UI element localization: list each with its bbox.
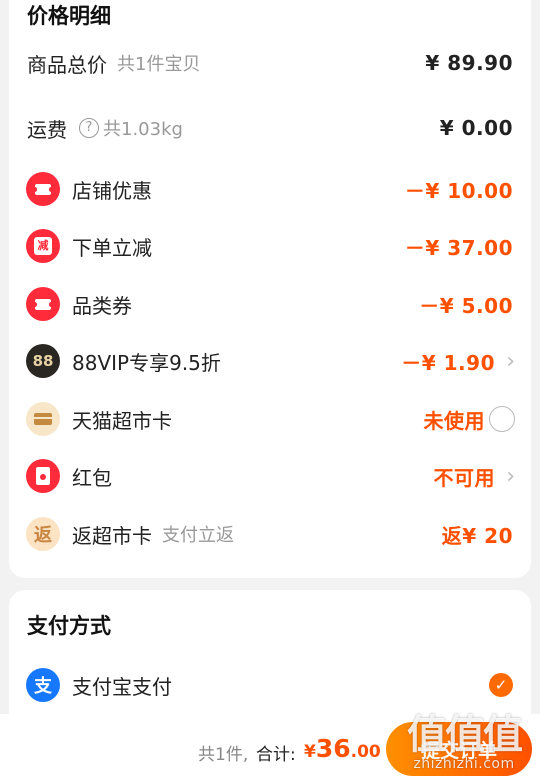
shop-discount-row: 店铺优惠 －¥ 10.00 — [9, 166, 531, 212]
alipay-icon: 支 — [26, 668, 60, 702]
shop-discount-label: 店铺优惠 — [72, 178, 152, 203]
cashback-row: 返 返超市卡 支付立返 返¥ 20 — [9, 511, 531, 557]
chevron-right-icon[interactable]: › — [506, 464, 515, 489]
goods-total-count: 共1件宝贝 — [117, 54, 201, 75]
cashback-icon: 返 — [26, 517, 60, 551]
supermarket-card-radio[interactable] — [489, 406, 515, 432]
shipping-label: 运费 — [27, 117, 67, 142]
instant-discount-amount: －¥ 37.00 — [404, 235, 513, 260]
help-icon[interactable]: ? — [79, 118, 99, 138]
cashback-sub: 支付立返 — [162, 525, 234, 546]
category-coupon-row: 品类券 －¥ 5.00 — [9, 281, 531, 327]
coupon-icon — [26, 172, 60, 206]
chevron-right-icon[interactable]: › — [506, 349, 515, 374]
goods-total-row: 商品总价 共1件宝贝 ¥ 89.90 — [9, 40, 531, 86]
vip88-amount: －¥ 1.90 — [401, 350, 495, 375]
item-count: 共1件, — [198, 745, 249, 765]
cashback-amount: 返¥ 20 — [441, 523, 513, 548]
vip88-icon: 88 — [26, 344, 60, 378]
instant-discount-label: 下单立减 — [72, 235, 152, 260]
payment-method-title: 支付方式 — [27, 614, 111, 638]
shipping-row: 运费 ? 共1.03kg ¥ 0.00 — [9, 105, 531, 151]
red-packet-icon — [26, 459, 60, 493]
goods-total-label: 商品总价 — [27, 52, 107, 77]
shipping-amount: ¥ 0.00 — [439, 116, 513, 140]
price-details-card: 价格明细 商品总价 共1件宝贝 ¥ 89.90 运费 ? 共1.03kg ¥ 0… — [9, 0, 531, 578]
red-packet-row[interactable]: 红包 不可用 › — [9, 453, 531, 499]
payment-method-card: 支付方式 支 支付宝支付 ✓ — [9, 590, 531, 730]
coupon-icon — [26, 287, 60, 321]
submit-order-button[interactable]: 提交订单 — [386, 722, 532, 776]
total-amount: ¥36.00 — [304, 734, 381, 763]
goods-total-amount: ¥ 89.90 — [425, 51, 513, 75]
red-packet-status: 不可用 — [433, 465, 495, 490]
check-icon[interactable]: ✓ — [489, 673, 513, 697]
supermarket-card-row[interactable]: 天猫超市卡 未使用 — [9, 396, 531, 442]
category-coupon-amount: －¥ 5.00 — [419, 293, 513, 318]
shop-discount-amount: －¥ 10.00 — [404, 178, 513, 203]
shipping-weight: 共1.03kg — [103, 119, 183, 140]
alipay-row[interactable]: 支 支付宝支付 ✓ — [9, 662, 531, 708]
instant-discount-icon: 减 — [26, 229, 60, 263]
vip88-label: 88VIP专享9.5折 — [72, 350, 221, 375]
vip88-row[interactable]: 88 88VIP专享9.5折 －¥ 1.90 › — [9, 338, 531, 384]
supermarket-card-icon — [26, 402, 60, 436]
category-coupon-label: 品类券 — [72, 293, 132, 318]
instant-discount-row: 减 下单立减 －¥ 37.00 — [9, 223, 531, 269]
checkout-footer: 共1件, 合计: ¥36.00 提交订单 — [0, 714, 540, 784]
price-details-title: 价格明细 — [27, 4, 111, 28]
total-label: 合计: — [256, 745, 296, 765]
supermarket-card-label: 天猫超市卡 — [72, 408, 172, 433]
cashback-label: 返超市卡 — [72, 523, 152, 548]
alipay-label: 支付宝支付 — [72, 674, 172, 699]
supermarket-card-status: 未使用 — [423, 408, 485, 433]
red-packet-label: 红包 — [72, 465, 112, 490]
